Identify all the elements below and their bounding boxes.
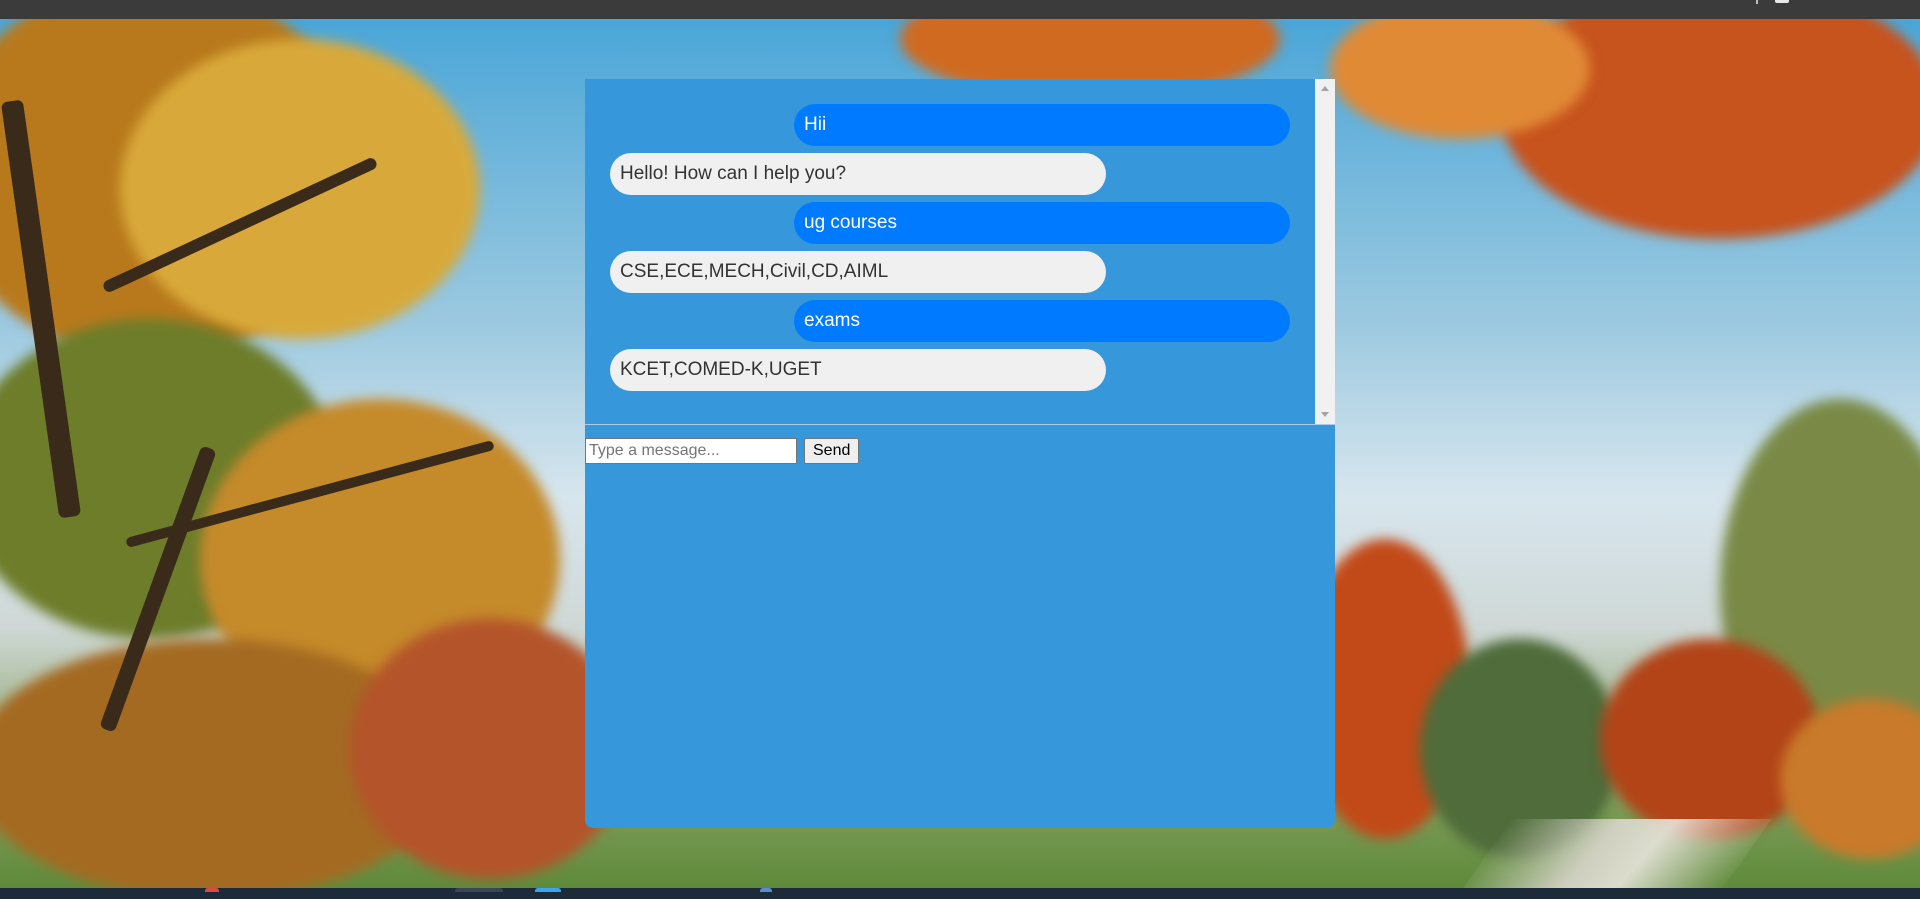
browser-top-bar bbox=[0, 0, 1920, 19]
user-message: ug courses bbox=[794, 202, 1290, 244]
message-list: Hii Hello! How can I help you? ug course… bbox=[610, 104, 1290, 398]
send-button[interactable]: Send bbox=[804, 438, 860, 464]
user-message: exams bbox=[794, 300, 1290, 342]
messages-scrollbar[interactable] bbox=[1315, 79, 1335, 424]
app-icon[interactable] bbox=[535, 888, 561, 892]
bot-message: KCET,COMED-K,UGET bbox=[610, 349, 1106, 391]
bot-message: CSE,ECE,MECH,Civil,CD,AIML bbox=[610, 251, 1106, 293]
scroll-down-arrow-icon[interactable] bbox=[1321, 412, 1329, 417]
message-input[interactable] bbox=[585, 438, 797, 464]
chat-messages-area[interactable]: Hii Hello! How can I help you? ug course… bbox=[585, 79, 1335, 425]
taskbar bbox=[0, 888, 1920, 899]
app-icon[interactable] bbox=[760, 888, 772, 892]
message-input-row: Send bbox=[585, 438, 860, 464]
app-icon[interactable] bbox=[455, 888, 503, 892]
chat-panel: Hii Hello! How can I help you? ug course… bbox=[585, 79, 1335, 828]
divider-tick bbox=[1756, 0, 1758, 4]
scroll-up-arrow-icon[interactable] bbox=[1321, 86, 1329, 91]
user-message: Hii bbox=[794, 104, 1290, 146]
window-icon[interactable] bbox=[1775, 0, 1789, 3]
app-icon[interactable] bbox=[205, 888, 219, 892]
bot-message: Hello! How can I help you? bbox=[610, 153, 1106, 195]
